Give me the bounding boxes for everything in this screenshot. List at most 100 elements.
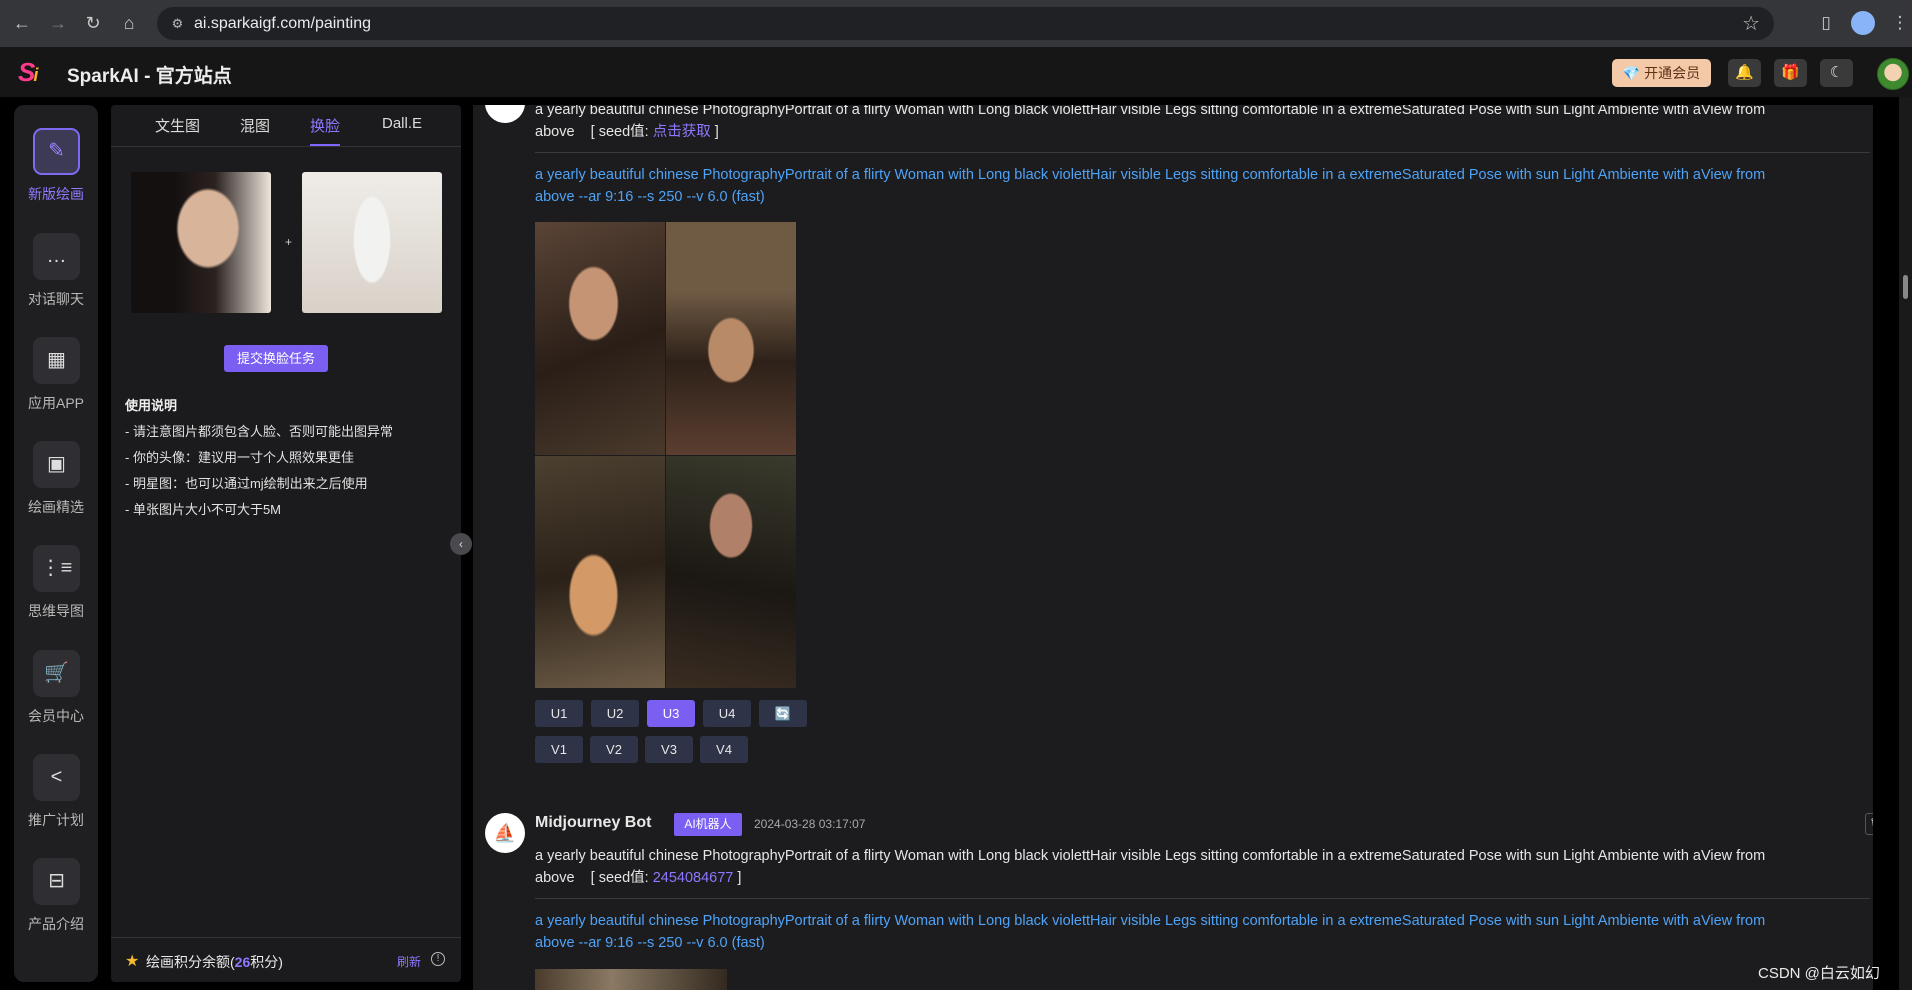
reload-icon[interactable]: ↻ [80, 10, 106, 36]
bookmark-star-icon[interactable]: ☆ [1742, 11, 1760, 36]
get-seed-link[interactable]: 点击获取 [653, 124, 711, 140]
left-nav-rail: ✎ 新版绘画 … 对话聊天 ▦ 应用APP ▣ 绘画精选 ⋮≡ 思维导图 🛒 会… [14, 105, 98, 982]
usage-line: - 请注意图片都须包含人脸、否则可能出图异常 [125, 424, 393, 439]
usage-line: - 明星图：也可以通过mj绘制出来之后使用 [125, 476, 368, 491]
forward-icon[interactable]: → [45, 10, 71, 36]
usage-line: - 你的头像：建议用一寸个人照效果更佳 [125, 450, 354, 465]
url-text[interactable]: ai.sparkaigf.com/painting [194, 7, 371, 40]
bot-avatar: ⛵ [485, 813, 525, 853]
usage-line: - 单张图片大小不可大于5M [125, 502, 282, 517]
open-membership-button[interactable]: 💎 开通会员 [1612, 59, 1711, 87]
generated-image[interactable] [535, 222, 665, 455]
rail-label: 绘画精选 [28, 499, 84, 515]
upscale-u3-button[interactable]: U3 [647, 700, 695, 727]
rail-item-product[interactable]: ⊟ 产品介绍 [14, 858, 98, 948]
message-timestamp: 2024-03-28 03:17:07 [754, 817, 866, 831]
upscale-u4-button[interactable]: U4 [703, 700, 751, 727]
back-icon[interactable]: ← [9, 10, 35, 36]
rail-label: 推广计划 [28, 812, 84, 828]
tab-blend[interactable]: 混图 [240, 115, 270, 136]
variation-v2-button[interactable]: V2 [590, 736, 638, 763]
generated-image[interactable] [666, 222, 796, 455]
plus-sign: + [285, 235, 293, 249]
reroll-icon[interactable]: 🔄 [759, 700, 807, 727]
bot-name: Midjourney Bot [535, 814, 652, 831]
rail-item-apps[interactable]: ▦ 应用APP [14, 337, 98, 427]
variation-v4-button[interactable]: V4 [700, 736, 748, 763]
divider [535, 898, 1870, 899]
browser-menu-icon[interactable]: ⋮ [1888, 11, 1912, 35]
face-swap-panel: 文生图 混图 换脸 Dall.E + 提交换脸任务 使用说明 - 请注意图片都须… [111, 105, 461, 982]
submit-face-swap-button[interactable]: 提交换脸任务 [224, 345, 328, 372]
collapse-panel-chevron-icon[interactable]: ‹ [450, 533, 472, 555]
app-header: Si SparkAI - 官方站点 💎 开通会员 🔔 🎁 ☾ [0, 47, 1912, 97]
credits-footer: ★ 绘画积分余额(26积分) 刷新 ! [111, 937, 461, 982]
rail-item-chat[interactable]: … 对话聊天 [14, 233, 98, 323]
csdn-watermark: CSDN @白云如幻 [1758, 965, 1880, 982]
rail-label: 新版绘画 [28, 186, 84, 202]
prompt-seed-line: above [ seed值: 点击获取 ] [535, 124, 719, 140]
address-bar[interactable]: ⚙ ai.sparkaigf.com/painting ☆ [157, 7, 1774, 40]
scrollbar-thumb[interactable] [1903, 275, 1908, 299]
variation-v3-button[interactable]: V3 [645, 736, 693, 763]
generated-image[interactable] [666, 456, 796, 688]
active-tab-underline [310, 144, 340, 146]
prompt-text: a yearly beautiful chinese PhotographyPo… [535, 105, 1766, 118]
full-prompt: a yearly beautiful chinese PhotographyPo… [535, 913, 1766, 929]
rail-item-gallery[interactable]: ▣ 绘画精选 [14, 441, 98, 531]
prompt-text: a yearly beautiful chinese PhotographyPo… [535, 848, 1766, 864]
mode-tabs: 文生图 混图 换脸 Dall.E [111, 105, 461, 147]
tab-text-to-image[interactable]: 文生图 [155, 115, 200, 136]
tab-dalle[interactable]: Dall.E [382, 115, 422, 132]
apps-grid-icon: ▦ [33, 337, 80, 384]
upscale-u1-button[interactable]: U1 [535, 700, 583, 727]
mindmap-icon: ⋮≡ [33, 545, 80, 592]
browser-toolbar: ← → ↻ ⌂ ⚙ ai.sparkaigf.com/painting ☆ ▯ … [0, 0, 1912, 47]
share-icon: < [33, 754, 80, 801]
painting-feed: a yearly beautiful chinese PhotographyPo… [473, 105, 1873, 990]
refresh-credits-link[interactable]: 刷新 [397, 953, 421, 970]
product-icon: ⊟ [33, 858, 80, 905]
rail-label: 产品介绍 [28, 916, 84, 932]
delete-trash-icon[interactable]: 🗑 [1865, 813, 1873, 835]
cart-icon: 🛒 [33, 650, 80, 697]
rail-item-promotion[interactable]: < 推广计划 [14, 754, 98, 844]
target-image[interactable] [302, 172, 442, 313]
upscale-u2-button[interactable]: U2 [591, 700, 639, 727]
rail-item-membership[interactable]: 🛒 会员中心 [14, 650, 98, 740]
sparkai-logo[interactable]: Si [18, 57, 38, 88]
seed-value[interactable]: 2454084677 [653, 870, 734, 886]
gallery-icon: ▣ [33, 441, 80, 488]
generated-image-grid[interactable] [535, 222, 796, 688]
generated-image[interactable] [535, 456, 665, 688]
rail-item-mindmap[interactable]: ⋮≡ 思维导图 [14, 545, 98, 635]
brush-icon: ✎ [33, 128, 80, 175]
divider [535, 152, 1870, 153]
site-title: SparkAI - 官方站点 [67, 66, 232, 87]
gift-icon[interactable]: 🎁 [1774, 59, 1807, 87]
site-settings-icon[interactable]: ⚙ [169, 15, 186, 32]
rail-item-new-painting[interactable]: ✎ 新版绘画 [14, 128, 98, 218]
tab-face-swap[interactable]: 换脸 [310, 115, 340, 136]
home-icon[interactable]: ⌂ [116, 10, 142, 36]
chat-icon: … [33, 233, 80, 280]
notification-bell-icon[interactable]: 🔔 [1728, 59, 1761, 87]
ai-bot-badge: AI机器人 [674, 813, 742, 836]
usage-title: 使用说明 [125, 398, 178, 413]
full-prompt-params: above --ar 9:16 --s 250 --v 6.0 (fast) [535, 935, 765, 951]
profile-avatar[interactable] [1851, 11, 1875, 35]
variation-v1-button[interactable]: V1 [535, 736, 583, 763]
full-prompt: a yearly beautiful chinese PhotographyPo… [535, 167, 1766, 183]
prompt-seed-line: above [ seed值: 2454084677 ] [535, 870, 742, 886]
side-panel-icon[interactable]: ▯ [1814, 11, 1838, 35]
dark-mode-moon-icon[interactable]: ☾ [1820, 59, 1853, 87]
source-face-image[interactable] [131, 172, 271, 313]
generated-image-preview[interactable] [535, 969, 727, 990]
info-icon[interactable]: ! [431, 952, 445, 966]
rail-label: 会员中心 [28, 708, 84, 724]
bot-avatar [485, 105, 525, 123]
page-scrollbar[interactable] [1899, 97, 1912, 990]
rail-label: 应用APP [27, 395, 84, 411]
rail-label: 思维导图 [28, 603, 84, 619]
user-avatar[interactable] [1877, 58, 1909, 90]
